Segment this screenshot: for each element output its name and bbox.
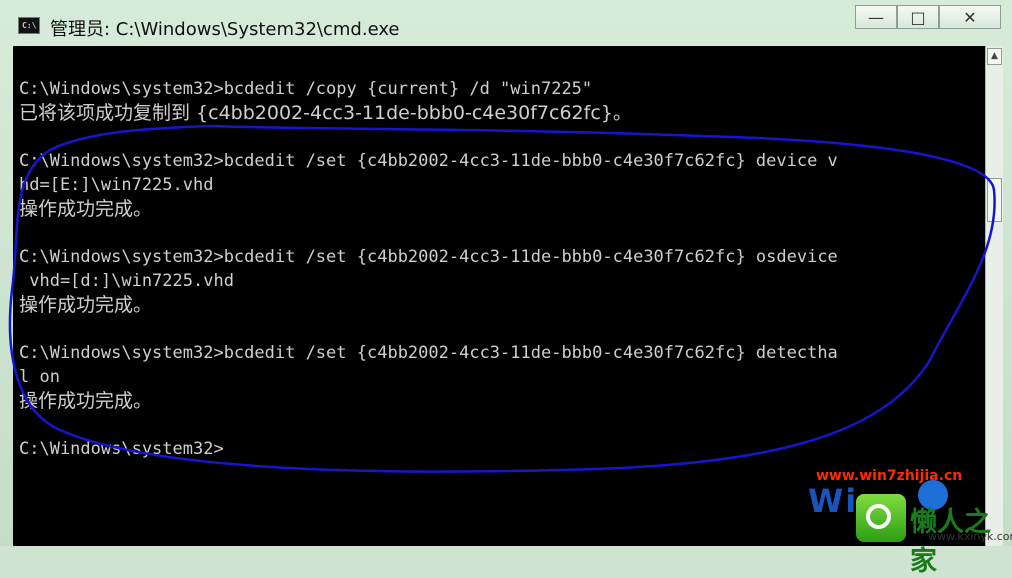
- cmd-window: C:\ 管理员: C:\Windows\System32\cmd.exe — □…: [0, 0, 1012, 577]
- window-controls: — □ ✕: [855, 5, 1001, 29]
- minimize-button[interactable]: —: [855, 5, 897, 29]
- scroll-up-icon[interactable]: ▲: [987, 48, 1002, 65]
- cmd-icon-label: C:\: [22, 21, 37, 30]
- console-line: C:\Windows\system32>bcdedit /set {c4bb20…: [19, 247, 838, 267]
- scrollbar-thumb[interactable]: [987, 178, 1002, 222]
- console-line: 操作成功完成。: [19, 390, 153, 412]
- console-line: C:\Windows\system32>bcdedit /set {c4bb20…: [19, 151, 838, 171]
- console-line: l on: [19, 367, 60, 387]
- restore-button[interactable]: □: [897, 5, 939, 29]
- site-logo-icon: [856, 494, 906, 542]
- title-bar[interactable]: C:\ 管理员: C:\Windows\System32\cmd.exe — □…: [0, 0, 1012, 46]
- close-button[interactable]: ✕: [939, 5, 1001, 29]
- console-line: C:\Windows\system32>bcdedit /set {c4bb20…: [19, 343, 838, 363]
- console-line: 操作成功完成。: [19, 294, 153, 316]
- close-icon: ✕: [963, 7, 977, 27]
- watermark: www.win7zhijia.cn Win 懒人之家 www.kxinyk.co…: [800, 466, 1012, 577]
- console-line: hd=[E:]\win7225.vhd: [19, 175, 214, 195]
- console-line: C:\Windows\system32>bcdedit /copy {curre…: [19, 79, 593, 99]
- console-line: 已将该项成功复制到 {c4bb2002-4cc3-11de-bbb0-c4e30…: [19, 102, 632, 124]
- cmd-app-icon[interactable]: C:\: [18, 17, 40, 34]
- minimize-icon: —: [868, 7, 884, 27]
- console-line: vhd=[d:]\win7225.vhd: [19, 271, 234, 291]
- window-title: 管理员: C:\Windows\System32\cmd.exe: [50, 19, 400, 40]
- watermark-site-url: www.kxinyk.com: [928, 530, 1012, 543]
- console-line: 操作成功完成。: [19, 198, 153, 220]
- console-line: C:\Windows\system32>: [19, 439, 224, 459]
- restore-icon: □: [910, 7, 926, 27]
